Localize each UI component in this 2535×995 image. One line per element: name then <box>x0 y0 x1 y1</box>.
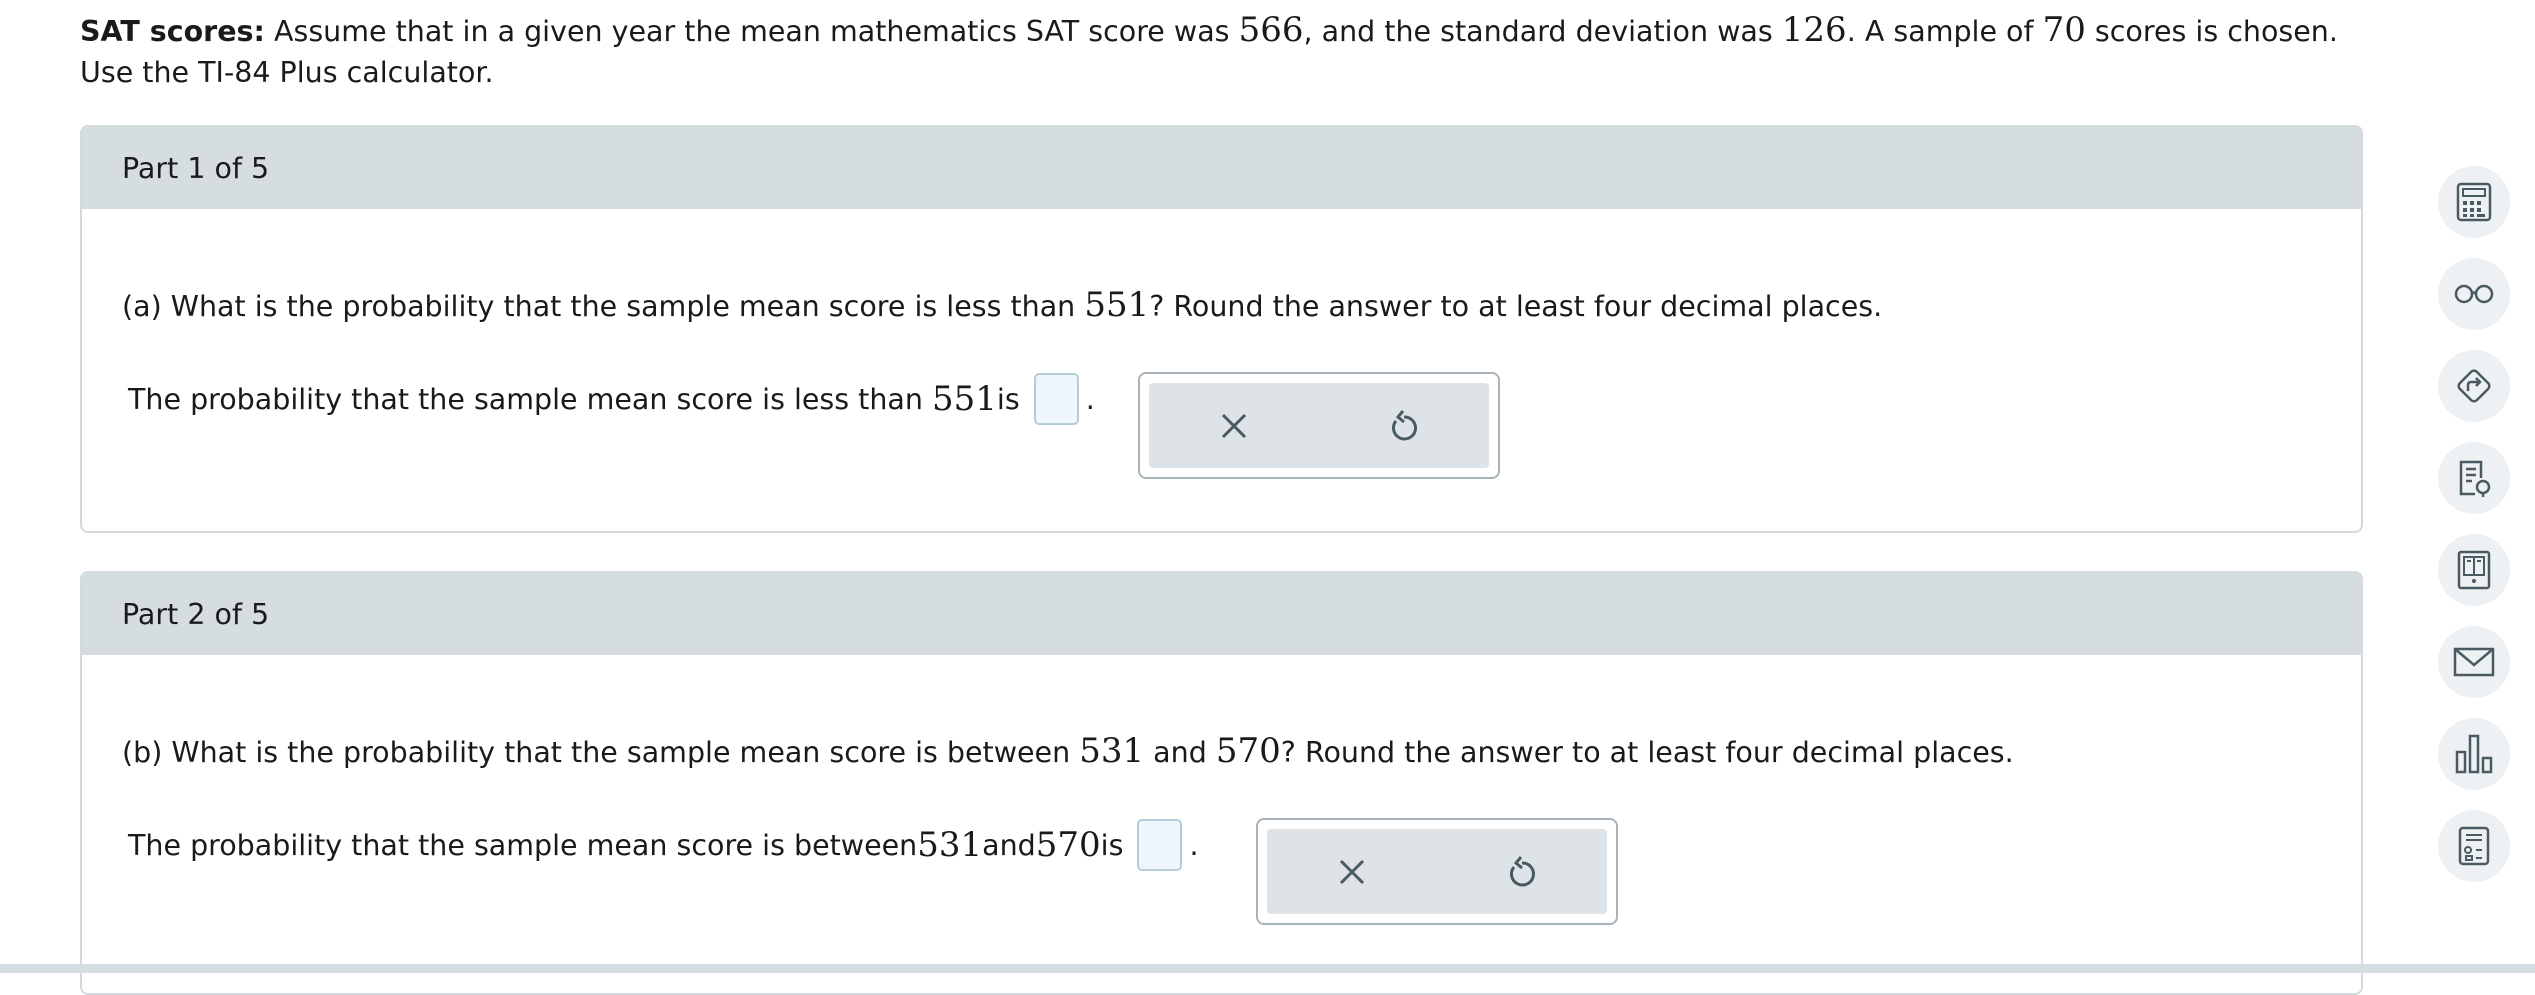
intro-text-3: . A sample of <box>1846 15 2043 48</box>
answer-value: 570 <box>1035 825 1101 865</box>
part-2-header: Part 2 of 5 <box>82 573 2361 655</box>
mean-value: 566 <box>1238 10 1304 50</box>
calculator-icon <box>2456 182 2492 222</box>
undo-button[interactable] <box>1492 842 1552 902</box>
answer-text: The probability that the sample mean sco… <box>128 382 923 416</box>
calculator-button[interactable] <box>2438 166 2510 238</box>
ebook-icon <box>2457 550 2491 590</box>
part-2-card: Part 2 of 5 (b) What is the probability … <box>80 571 2363 995</box>
question-text: and <box>1144 736 1216 769</box>
answer-text: is <box>996 382 1020 416</box>
direction-icon <box>2457 369 2491 403</box>
problem-label: SAT scores: <box>80 15 265 48</box>
question-text: (b) What is the probability that the sam… <box>122 736 1080 769</box>
undo-icon <box>1392 409 1417 440</box>
question-text: ? Round the answer to at least four deci… <box>1149 290 1883 323</box>
part-2-action-popup <box>1256 818 1618 925</box>
action-bar <box>1149 383 1489 468</box>
part-1-header: Part 1 of 5 <box>82 127 2361 209</box>
action-bar <box>1267 829 1607 914</box>
answer-input[interactable] <box>1137 819 1183 871</box>
answer-text: The probability that the sample mean sco… <box>128 828 918 862</box>
data-button[interactable] <box>2438 718 2510 790</box>
reader-button[interactable] <box>2438 258 2510 330</box>
answer-input[interactable] <box>1033 373 1079 425</box>
part-1-answer-line: The probability that the sample mean sco… <box>128 373 1095 425</box>
part-2-answer-line: The probability that the sample mean sco… <box>128 819 1199 871</box>
bar-chart-icon <box>2455 734 2493 774</box>
answer-period: . <box>1189 828 1199 862</box>
data-calculator-button[interactable] <box>2438 810 2510 882</box>
close-icon <box>1221 413 1247 438</box>
question-text: ? Round the answer to at least four deci… <box>1280 736 2014 769</box>
glasses-icon <box>2454 284 2494 304</box>
ebook-button[interactable] <box>2438 534 2510 606</box>
answer-value: 551 <box>932 379 997 419</box>
answer-text: is <box>1100 828 1124 862</box>
tool-sidebar <box>2438 166 2510 902</box>
direction-button[interactable] <box>2438 350 2510 422</box>
intro-text-1: Assume that in a given year the mean mat… <box>264 15 1239 48</box>
part-2-question: (b) What is the probability that the sam… <box>122 731 2014 771</box>
answer-period: . <box>1085 382 1095 416</box>
checklist-button[interactable] <box>2438 442 2510 514</box>
close-icon <box>1339 859 1365 884</box>
data-calculator-icon <box>2458 826 2490 866</box>
question-text: (a) What is the probability that the sam… <box>122 290 1085 323</box>
answer-value: 531 <box>917 825 983 865</box>
part-2-title: Part 2 of 5 <box>122 597 270 631</box>
problem-statement: SAT scores: Assume that in a given year … <box>80 10 2380 93</box>
answer-text: and <box>982 828 1036 862</box>
clear-button[interactable] <box>1322 842 1382 902</box>
question-value: 551 <box>1084 285 1150 325</box>
bottom-scroll-bar <box>0 964 2535 973</box>
part-1-action-popup <box>1138 372 1500 479</box>
sd-value: 126 <box>1781 10 1847 50</box>
part-1-question: (a) What is the probability that the sam… <box>122 285 1882 325</box>
message-button[interactable] <box>2438 626 2510 698</box>
intro-text-2: , and the standard deviation was <box>1303 15 1782 48</box>
question-value: 570 <box>1215 731 1281 771</box>
undo-button[interactable] <box>1374 396 1434 456</box>
undo-icon <box>1510 855 1535 886</box>
part-1-title: Part 1 of 5 <box>122 151 270 185</box>
clear-button[interactable] <box>1204 396 1264 456</box>
mail-icon <box>2453 647 2495 677</box>
sample-size-value: 70 <box>2042 10 2086 50</box>
question-value: 531 <box>1079 731 1145 771</box>
checklist-icon <box>2459 460 2491 497</box>
